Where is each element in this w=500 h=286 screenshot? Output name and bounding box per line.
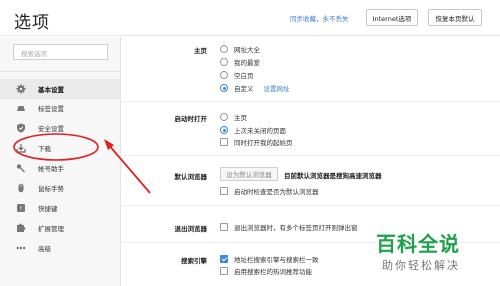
- sidebar-item-account[interactable]: 帐号助手: [0, 158, 120, 178]
- radio-button[interactable]: [220, 113, 228, 121]
- shield-icon: [16, 123, 26, 133]
- checkbox[interactable]: [220, 223, 228, 231]
- sidebar-item-label: 下载: [38, 145, 51, 153]
- startup-option-last-session[interactable]: 上次未关闭的页面: [220, 125, 286, 135]
- option-label: 启动时检查是否为默认浏览器: [234, 188, 319, 196]
- header-bar: 选项 同步收藏，永不丢失 Internet选项 恢复本页默认: [0, 0, 500, 36]
- option-label: 上次未关闭的页面: [234, 127, 286, 135]
- mouse-icon: [16, 183, 26, 193]
- option-label: 主页: [234, 114, 247, 122]
- homepage-option-favorites[interactable]: 我的最爱: [220, 57, 260, 67]
- option-label: 退出浏览器时，有多个标签页打开则弹出窗: [234, 224, 358, 232]
- homepage-option-nav[interactable]: 网址大全: [220, 44, 260, 54]
- radio-button-selected[interactable]: [220, 126, 228, 134]
- radio-button-selected[interactable]: [220, 84, 228, 92]
- radio-button[interactable]: [220, 71, 228, 79]
- enable-hot-words[interactable]: 启用搜索栏的热词推荐功能: [220, 266, 312, 276]
- address-bar-engine-sync[interactable]: 地址栏搜索引擎与搜索栏一致: [220, 254, 319, 264]
- section-divider: [122, 101, 500, 102]
- sidebar-item-advanced[interactable]: 高级: [0, 238, 120, 258]
- startup-label: 启动时打开: [174, 115, 208, 123]
- section-divider: [122, 205, 500, 206]
- sidebar-item-extensions[interactable]: 扩展管理: [0, 218, 120, 238]
- sidebar-item-shortcuts[interactable]: ! 快捷键: [0, 198, 120, 218]
- set-default-browser-button[interactable]: 设为默认浏览器: [220, 167, 278, 181]
- gear-icon: [16, 84, 26, 94]
- internet-options-button[interactable]: Internet选项: [366, 9, 418, 26]
- checkbox[interactable]: [220, 138, 228, 146]
- sidebar-item-label: 基本设置: [38, 86, 64, 94]
- checkbox[interactable]: [220, 267, 228, 275]
- homepage-label: 主页: [194, 47, 207, 55]
- sidebar-item-label: 帐号助手: [38, 165, 64, 173]
- sidebar-item-label: 标签设置: [38, 105, 64, 113]
- sidebar-item-download[interactable]: 下载: [0, 138, 120, 158]
- homepage-option-custom[interactable]: 自定义 设置网址: [220, 83, 290, 93]
- svg-text:!: !: [20, 205, 22, 212]
- sync-link[interactable]: 同步收藏，永不丢失: [290, 13, 349, 23]
- checkbox-checked[interactable]: [220, 255, 228, 263]
- sidebar-item-tabs[interactable]: 标签设置: [0, 98, 120, 118]
- watermark-logo: 百科全说: [376, 232, 460, 256]
- section-divider: [122, 155, 500, 156]
- exit-warn-multiple-tabs[interactable]: 退出浏览器时，有多个标签页打开则弹出窗: [220, 222, 358, 232]
- homepage-option-blank[interactable]: 空白页: [220, 70, 254, 80]
- page-title: 选项: [14, 13, 50, 33]
- option-label: 网址大全: [234, 46, 260, 54]
- sidebar-item-mouse[interactable]: 鼠标手势: [0, 178, 120, 198]
- download-icon: [16, 143, 26, 153]
- search-input[interactable]: 搜索选项: [13, 44, 108, 60]
- startup-open-start-page[interactable]: 同时打开我的起始页: [220, 137, 293, 147]
- sidebar-item-label: 高级: [38, 245, 51, 253]
- checkbox[interactable]: [220, 187, 228, 195]
- sidebar-item-basic[interactable]: 基本设置: [0, 79, 120, 99]
- default-browser-status: 目前默认浏览器是搜狗高速浏览器: [284, 172, 382, 180]
- search-placeholder: 搜索选项: [21, 50, 47, 58]
- sidebar-divider: [0, 71, 120, 72]
- radio-button[interactable]: [220, 58, 228, 66]
- set-url-link[interactable]: 设置网址: [264, 83, 290, 93]
- sidebar-item-security[interactable]: 安全设置: [0, 118, 120, 138]
- sidebar-item-label: 安全设置: [38, 125, 64, 133]
- sidebar-item-label: 扩展管理: [38, 225, 64, 233]
- tab-icon: [16, 103, 26, 113]
- option-label: 启用搜索栏的热词推荐功能: [234, 268, 312, 276]
- watermark-slogan: 助你轻松解决: [382, 259, 460, 272]
- key-icon: [16, 163, 26, 173]
- check-default-on-start[interactable]: 启动时检查是否为默认浏览器: [220, 186, 319, 196]
- more-icon: [16, 243, 26, 253]
- keyboard-icon: !: [16, 203, 26, 213]
- search-engine-label: 搜索引擎: [181, 257, 207, 265]
- sidebar-item-label: 快捷键: [38, 205, 58, 213]
- puzzle-icon: [16, 223, 26, 233]
- restore-defaults-button[interactable]: 恢复本页默认: [428, 9, 482, 26]
- sidebar: 搜索选项 基本设置 标签设置 安全设置 下载 帐号助手 鼠标手势 ! 快捷键 扩…: [0, 37, 121, 286]
- radio-button[interactable]: [220, 45, 228, 53]
- option-label: 地址栏搜索引擎与搜索栏一致: [234, 256, 319, 264]
- option-label: 我的最爱: [234, 59, 260, 67]
- exit-browser-label: 退出浏览器: [174, 225, 208, 233]
- option-label: 空白页: [234, 72, 254, 80]
- option-label: 自定义: [234, 85, 254, 93]
- default-browser-label: 默认浏览器: [174, 173, 208, 181]
- option-label: 同时打开我的起始页: [234, 139, 293, 147]
- sidebar-item-label: 鼠标手势: [38, 185, 64, 193]
- startup-option-homepage[interactable]: 主页: [220, 112, 247, 122]
